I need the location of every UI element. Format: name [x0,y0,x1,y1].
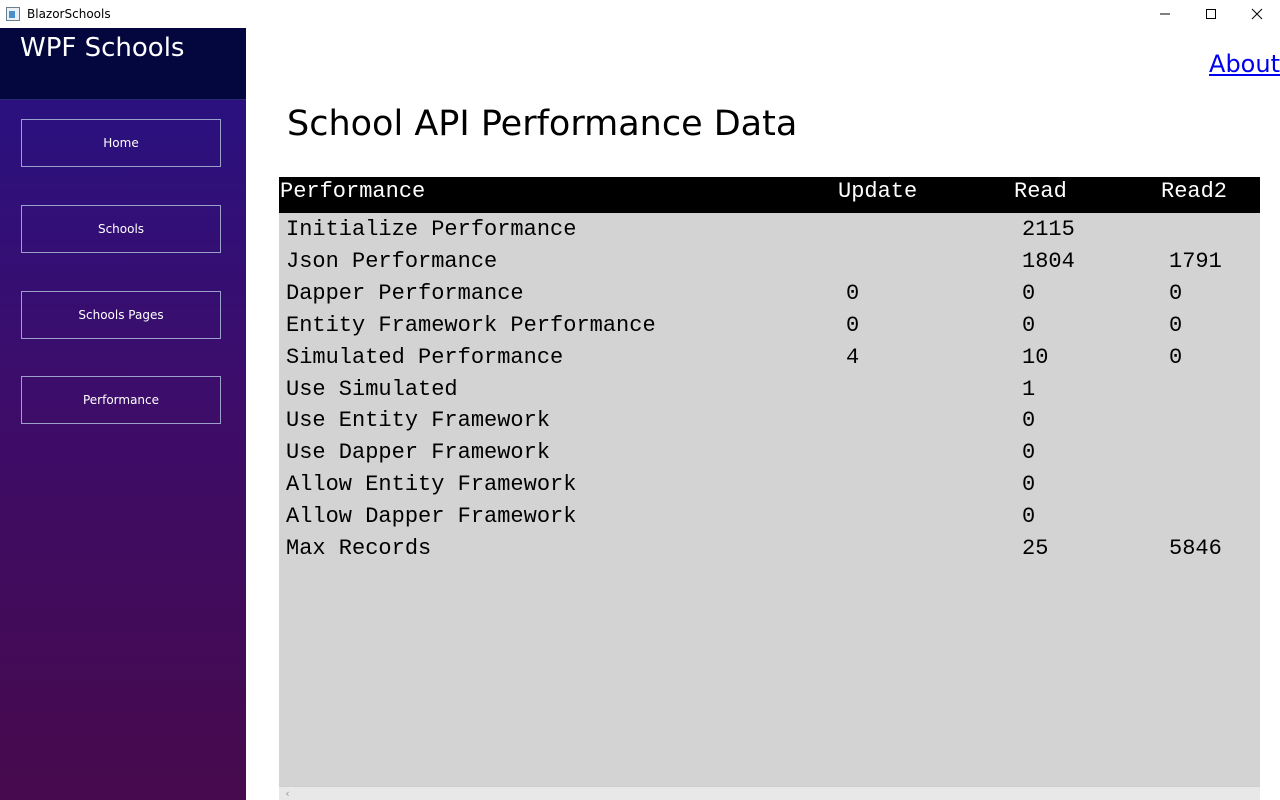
nav-schools-pages-button[interactable]: Schools Pages [21,291,221,339]
about-link[interactable]: About [1209,50,1280,78]
cell-name: Simulated Performance [286,344,564,370]
nav-performance-button[interactable]: Performance [21,376,221,424]
cell-read: 1 [1022,376,1036,402]
table-row[interactable]: Max Records 25 5846 [279,536,1260,568]
table-row[interactable]: Allow Entity Framework 0 [279,472,1260,504]
close-icon[interactable] [1234,0,1280,28]
cell-read2: 1791 [1169,248,1222,274]
nav-home-button[interactable]: Home [21,119,221,167]
table-row[interactable]: Dapper Performance 0 0 0 [279,281,1260,313]
column-header-read2[interactable]: Read2 [1161,179,1227,204]
brand-title[interactable]: WPF Schools [20,33,184,63]
maximize-icon[interactable] [1188,0,1234,28]
cell-read2: 0 [1169,344,1183,370]
cell-read2: 0 [1169,280,1183,306]
cell-read: 0 [1022,504,1036,530]
cell-name: Use Simulated [286,376,458,402]
table-row[interactable]: Use Entity Framework 0 [279,408,1260,440]
cell-read: 0 [1022,408,1036,434]
cell-name: Json Performance [286,248,498,274]
cell-read: 25 [1022,536,1049,561]
cell-name: Use Entity Framework [286,408,551,434]
cell-name: Dapper Performance [286,280,524,306]
cell-name: Entity Framework Performance [286,312,656,338]
table-row[interactable]: Allow Dapper Framework 0 [279,504,1260,536]
table-row[interactable]: Entity Framework Performance 0 0 0 [279,313,1260,345]
cell-read: 0 [1022,280,1036,306]
cell-read2: 0 [1169,312,1183,338]
minimize-icon[interactable] [1142,0,1188,28]
cell-read: 2115 [1022,217,1075,242]
cell-name: Use Dapper Framework [286,440,551,466]
horizontal-scrollbar[interactable]: ‹ [279,786,1260,800]
cell-read: 0 [1022,440,1036,466]
column-header-performance[interactable]: Performance [280,179,425,204]
window-title: BlazorSchools [27,7,111,21]
app-icon [6,7,20,21]
cell-read: 1804 [1022,248,1075,274]
cell-update: 4 [846,344,860,370]
cell-update: 0 [846,312,860,338]
table-row[interactable]: Use Simulated 1 [279,377,1260,409]
window-titlebar: BlazorSchools [0,0,1280,28]
window-controls [1142,0,1280,28]
cell-read2: 5846 [1169,536,1222,561]
cell-read: 10 [1022,344,1049,370]
sidebar-header: WPF Schools [0,28,246,100]
column-header-update[interactable]: Update [838,179,917,204]
cell-name: Allow Entity Framework [286,472,577,498]
cell-read: 0 [1022,472,1036,498]
cell-update: 0 [846,280,860,306]
table-row[interactable]: Use Dapper Framework 0 [279,440,1260,472]
column-header-read[interactable]: Read [1014,179,1067,204]
performance-grid[interactable]: Performance Update Read Read2 Initialize… [279,177,1260,800]
scroll-left-icon[interactable]: ‹ [279,787,296,800]
nav-schools-button[interactable]: Schools [21,205,221,253]
sidebar-nav: Home Schools Schools Pages Performance [0,100,246,800]
table-row[interactable]: Json Performance 1804 1791 [279,249,1260,281]
cell-name: Allow Dapper Framework [286,504,577,530]
table-row[interactable]: Simulated Performance 4 10 0 [279,345,1260,377]
table-row[interactable]: Initialize Performance 2115 [279,217,1260,249]
sidebar: WPF Schools Home Schools Schools Pages P… [0,28,246,800]
page-title: School API Performance Data [287,104,798,144]
cell-name: Initialize Performance [286,217,577,242]
grid-header: Performance Update Read Read2 [279,177,1260,213]
cell-name: Max Records [286,536,432,561]
cell-read: 0 [1022,312,1036,338]
